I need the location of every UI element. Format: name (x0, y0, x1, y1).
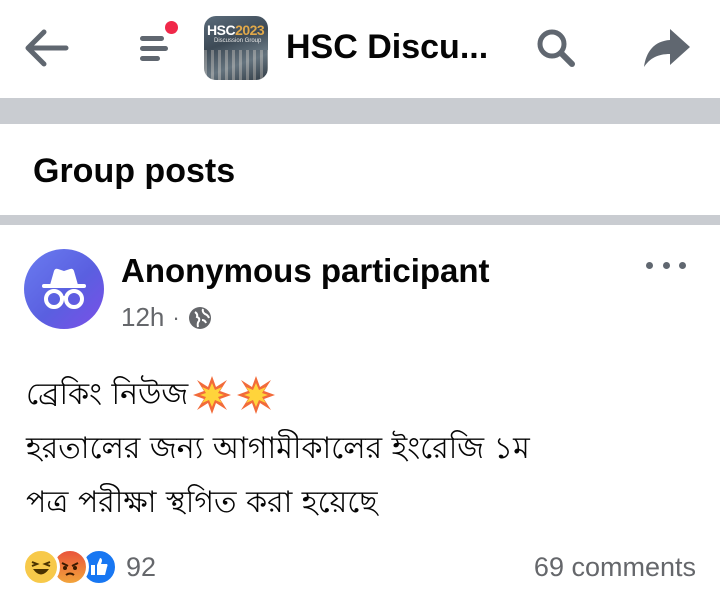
section-title: Group posts (33, 152, 236, 190)
thumbnail-title-year: 2023 (235, 22, 265, 38)
group-thumbnail[interactable]: HSC2023 Discussion Group (204, 16, 268, 80)
more-options-icon (679, 261, 686, 269)
search-button[interactable] (528, 20, 584, 76)
arrow-left-icon (25, 29, 69, 67)
group-name[interactable]: HSC Discu... (286, 28, 488, 67)
thumbnail-title: HSC2023 (207, 22, 265, 38)
divider (0, 98, 720, 124)
incognito-icon (42, 268, 86, 309)
more-options-icon (662, 261, 670, 269)
thumbnail-subtitle: Discussion Group (214, 38, 262, 44)
share-button[interactable] (636, 20, 696, 76)
more-options-icon (646, 261, 653, 269)
reaction-count: 92 (126, 551, 157, 582)
share-arrow-icon (644, 29, 690, 67)
comments-count[interactable]: 69 comments (534, 552, 696, 583)
top-app-bar: HSC2023 Discussion Group HSC Discu... (0, 0, 720, 98)
post-meta: 12h · (121, 302, 212, 333)
back-button[interactable] (18, 24, 74, 72)
meta-separator: · (172, 304, 180, 330)
divider (0, 215, 720, 225)
collision-icon (236, 375, 276, 415)
post-line-text: পত্র পরীক্ষা স্থগিত করা হয়েছে (26, 485, 378, 520)
post-line-text: হরতালের জন্য আগামীকালের ইংরেজি ১ম (26, 431, 530, 466)
haha-reaction-icon (22, 548, 60, 586)
post-line-text: ব্রেকিং নিউজ (26, 377, 189, 412)
thumbnail-water (204, 50, 268, 80)
hamburger-menu-icon (140, 36, 168, 61)
thumbnail-title-prefix: HSC (207, 22, 236, 38)
notification-dot (165, 21, 178, 34)
globe-icon (188, 306, 211, 329)
post-line: পত্র পরীক্ষা স্থগিত করা হয়েছে (26, 476, 706, 530)
post-line: ব্রেকিং নিউজ (26, 368, 706, 422)
post-line: হরতালের জন্য আগামীকালের ইংরেজি ১ম (26, 422, 706, 476)
collision-icon (192, 375, 232, 415)
post-body: ব্রেকিং নিউজ হরতালের জন্য আগামীকালের ইংর… (26, 368, 706, 530)
post-author[interactable]: Anonymous participant (121, 252, 490, 290)
reactions-summary[interactable]: 92 (22, 548, 156, 586)
avatar[interactable] (24, 249, 104, 329)
more-options-button[interactable] (640, 252, 692, 278)
post-time[interactable]: 12h (121, 302, 164, 333)
search-icon (537, 29, 575, 67)
